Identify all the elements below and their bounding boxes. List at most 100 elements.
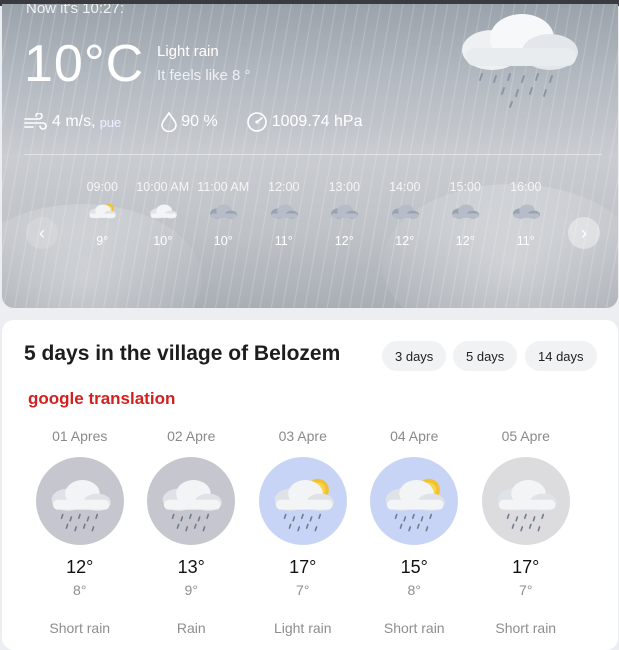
current-temperature: 10°C bbox=[24, 35, 145, 93]
day-description: Light rain bbox=[273, 620, 332, 636]
wind-direction: pue bbox=[99, 114, 122, 130]
hour-icon-wrap bbox=[314, 200, 375, 230]
sun-rain-cloud-icon bbox=[385, 478, 446, 532]
current-time-label: Now it's 10:27: bbox=[26, 4, 124, 17]
day-item[interactable]: 04 Apre 15° 8° Short rain bbox=[359, 428, 471, 636]
hour-time: 10:00 AM bbox=[136, 180, 190, 194]
day-description: Rain bbox=[176, 620, 206, 636]
dark-cloud-icon bbox=[512, 204, 540, 219]
hour-icon-wrap bbox=[133, 200, 194, 230]
hour-item: 09:00 9° bbox=[72, 180, 133, 248]
day-low-temp: 8° bbox=[73, 582, 87, 598]
chevron-right-icon: › bbox=[581, 222, 587, 243]
dark-cloud-icon bbox=[331, 204, 359, 219]
day-description: Short rain bbox=[495, 620, 557, 636]
dark-cloud-icon bbox=[391, 204, 419, 219]
rain-cloud-icon bbox=[497, 480, 557, 532]
day-icon-circle bbox=[481, 457, 570, 545]
weather-stats: 4 m/s, pue 90 % 1009.74 hPa bbox=[24, 112, 390, 132]
hour-time: 13:00 bbox=[328, 180, 360, 194]
day-icon-circle bbox=[147, 457, 236, 545]
pressure-value: 1009.74 hPa bbox=[271, 113, 363, 130]
hero-divider bbox=[24, 154, 602, 155]
hour-item: 14:00 12° bbox=[375, 180, 436, 248]
day-date: 04 Apre bbox=[390, 428, 439, 444]
hour-item: 11:00 AM 10° bbox=[193, 180, 254, 248]
hour-temp: 11° bbox=[516, 234, 535, 248]
day-description: Short rain bbox=[383, 620, 445, 636]
translation-note: google translation bbox=[28, 389, 176, 408]
hour-time: 09:00 bbox=[86, 180, 118, 194]
hourly-forecast: 09:00 9° 10:00 AM 10° 11:00 AM 10° 12:00 11° 13:… bbox=[72, 180, 556, 248]
range-14-days-button[interactable]: 14 days bbox=[525, 341, 597, 371]
cloud-icon bbox=[149, 204, 177, 219]
hour-item: 13:00 12° bbox=[314, 180, 375, 248]
wind-icon bbox=[24, 113, 47, 130]
hour-icon-wrap bbox=[254, 200, 315, 230]
dark-cloud-icon bbox=[210, 204, 238, 219]
hour-temp: 12° bbox=[334, 234, 354, 248]
day-low-temp: 9° bbox=[184, 582, 198, 598]
five-day-forecast-card: 5 days in the village of Belozem 3 days … bbox=[2, 320, 618, 650]
pressure-stat: 1009.74 hPa bbox=[246, 112, 363, 132]
day-item[interactable]: 02 Apre 13° 9° Rain bbox=[136, 428, 248, 636]
dark-cloud-icon bbox=[452, 204, 480, 219]
day-date: 03 Apre bbox=[278, 428, 327, 444]
partly-cloudy-icon bbox=[89, 203, 117, 219]
day-item[interactable]: 03 Apre 17° 7° Light rain bbox=[247, 428, 359, 636]
day-high-temp: 17° bbox=[289, 557, 317, 577]
chevron-left-icon: ‹ bbox=[39, 222, 45, 243]
feels-like: It feels like 8 ° bbox=[157, 67, 251, 84]
gauge-icon bbox=[246, 112, 267, 132]
day-description: Short rain bbox=[49, 620, 111, 636]
hour-item: 15:00 12° bbox=[435, 180, 496, 248]
day-low-temp: 7° bbox=[519, 582, 533, 598]
day-date: 02 Apre bbox=[167, 428, 216, 444]
day-icon-circle bbox=[370, 457, 459, 545]
day-high-temp: 17° bbox=[512, 557, 540, 577]
day-date: 05 Apre bbox=[501, 428, 550, 444]
daily-forecast-list: 01 Apres 12° 8° Short rain 02 Apre 13° 9° Rain 0… bbox=[24, 428, 582, 636]
hour-temp: 11° bbox=[274, 234, 293, 248]
humidity-value: 90 % bbox=[181, 113, 218, 130]
hour-icon-wrap bbox=[375, 200, 436, 230]
droplet-icon bbox=[161, 112, 178, 132]
hour-temp: 9° bbox=[96, 234, 109, 248]
current-condition: Light rain bbox=[157, 43, 219, 60]
hour-time: 11:00 AM bbox=[197, 180, 250, 194]
scroll-left-button[interactable]: ‹ bbox=[26, 217, 58, 249]
hour-item: 12:00 11° bbox=[254, 180, 315, 248]
hour-temp: 12° bbox=[395, 234, 415, 248]
wind-stat: 4 m/s, pue bbox=[24, 113, 121, 131]
wind-speed: 4 m/s, bbox=[52, 113, 96, 130]
day-high-temp: 15° bbox=[400, 557, 428, 577]
current-weather-panel: Now it's 10:27: 10°C Light rain It feels… bbox=[2, 4, 618, 308]
hour-icon-wrap bbox=[496, 200, 557, 230]
hour-temp: 10° bbox=[213, 234, 233, 248]
day-high-temp: 12° bbox=[66, 557, 94, 577]
scroll-right-button[interactable]: › bbox=[568, 217, 600, 249]
day-icon-circle bbox=[35, 457, 124, 545]
day-low-temp: 8° bbox=[407, 582, 421, 598]
hour-time: 14:00 bbox=[389, 180, 421, 194]
hour-item: 10:00 AM 10° bbox=[133, 180, 194, 248]
hour-time: 15:00 bbox=[449, 180, 481, 194]
day-date: 01 Apres bbox=[52, 428, 108, 444]
sun-rain-cloud-icon bbox=[274, 478, 334, 532]
hour-temp: 12° bbox=[455, 234, 475, 248]
day-icon-circle bbox=[258, 457, 347, 545]
range-5-days-button[interactable]: 5 days bbox=[453, 341, 518, 371]
day-low-temp: 7° bbox=[296, 582, 310, 598]
hour-time: 12:00 bbox=[268, 180, 300, 194]
hour-item: 16:00 11° bbox=[496, 180, 557, 248]
range-3-days-button[interactable]: 3 days bbox=[382, 341, 447, 371]
rain-cloud-icon bbox=[462, 14, 578, 108]
dark-cloud-icon bbox=[270, 204, 298, 219]
day-item[interactable]: 01 Apres 12° 8° Short rain bbox=[24, 428, 136, 636]
hour-icon-wrap bbox=[193, 200, 254, 230]
day-item[interactable]: 05 Apre 17° 7° Short rain bbox=[470, 428, 582, 636]
humidity-stat: 90 % bbox=[161, 112, 218, 132]
hour-icon-wrap bbox=[72, 200, 133, 230]
hour-icon-wrap bbox=[435, 200, 496, 230]
rain-cloud-icon bbox=[162, 480, 223, 532]
